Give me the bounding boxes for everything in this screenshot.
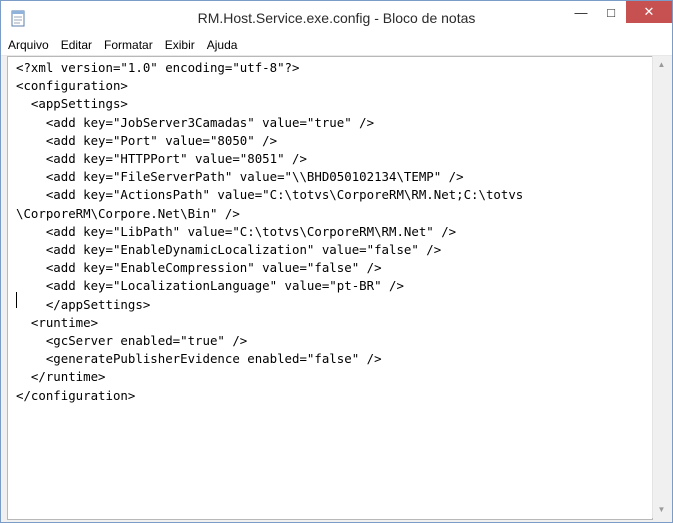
text-line: <add key="EnableCompression" value="fals… bbox=[16, 260, 382, 276]
title-bar[interactable]: RM.Host.Service.exe.config - Bloco de no… bbox=[1, 1, 672, 35]
text-line: <add key="Port" value="8050" /> bbox=[16, 132, 278, 148]
menu-ajuda[interactable]: Ajuda bbox=[201, 35, 244, 55]
text-line: <?xml version="1.0" encoding="utf-8"?> bbox=[16, 60, 300, 75]
text-line: <runtime> bbox=[16, 314, 99, 330]
menu-exibir[interactable]: Exibir bbox=[159, 35, 201, 55]
text-line: \CorporeRM\Corpore.Net\Bin" /> bbox=[16, 205, 240, 221]
text-line: </appSettings> bbox=[16, 296, 151, 312]
scroll-down-arrow-icon[interactable]: ▼ bbox=[653, 501, 670, 518]
notepad-window: RM.Host.Service.exe.config - Bloco de no… bbox=[0, 0, 673, 523]
text-line: <configuration> bbox=[16, 78, 128, 94]
maximize-button[interactable]: □ bbox=[596, 1, 626, 23]
document-text[interactable]: <?xml version="1.0" encoding="utf-8"?> <… bbox=[8, 57, 652, 405]
menu-editar[interactable]: Editar bbox=[55, 35, 98, 55]
text-line: <add key="EnableDynamicLocalization" val… bbox=[16, 242, 442, 258]
text-line: <gcServer enabled="true" /> bbox=[16, 333, 248, 349]
text-line: <appSettings> bbox=[16, 96, 128, 112]
text-line: <add key="ActionsPath" value="C:\totvs\C… bbox=[16, 187, 524, 203]
text-line: <add key="FileServerPath" value="\\BHD05… bbox=[16, 169, 464, 185]
window-controls: — □ ✕ bbox=[566, 1, 672, 23]
close-button[interactable]: ✕ bbox=[626, 1, 672, 23]
text-editor-area[interactable]: <?xml version="1.0" encoding="utf-8"?> <… bbox=[7, 56, 653, 520]
menu-formatar[interactable]: Formatar bbox=[98, 35, 159, 55]
menu-bar: Arquivo Editar Formatar Exibir Ajuda bbox=[1, 35, 672, 56]
text-line: </runtime> bbox=[16, 369, 106, 385]
text-line: <add key="LibPath" value="C:\totvs\Corpo… bbox=[16, 223, 457, 239]
vertical-scrollbar[interactable]: ▲ ▼ bbox=[652, 56, 670, 518]
text-cursor bbox=[16, 292, 17, 308]
text-line: <generatePublisherEvidence enabled="fals… bbox=[16, 351, 382, 367]
text-line: <add key="HTTPPort" value="8051" /> bbox=[16, 151, 307, 167]
menu-arquivo[interactable]: Arquivo bbox=[1, 35, 55, 55]
text-line: <add key="JobServer3Camadas" value="true… bbox=[16, 114, 375, 130]
minimize-button[interactable]: — bbox=[566, 1, 596, 23]
scroll-up-arrow-icon[interactable]: ▲ bbox=[653, 56, 670, 73]
text-line: <add key="LocalizationLanguage" value="p… bbox=[16, 278, 404, 294]
text-line: </configuration> bbox=[16, 387, 136, 403]
